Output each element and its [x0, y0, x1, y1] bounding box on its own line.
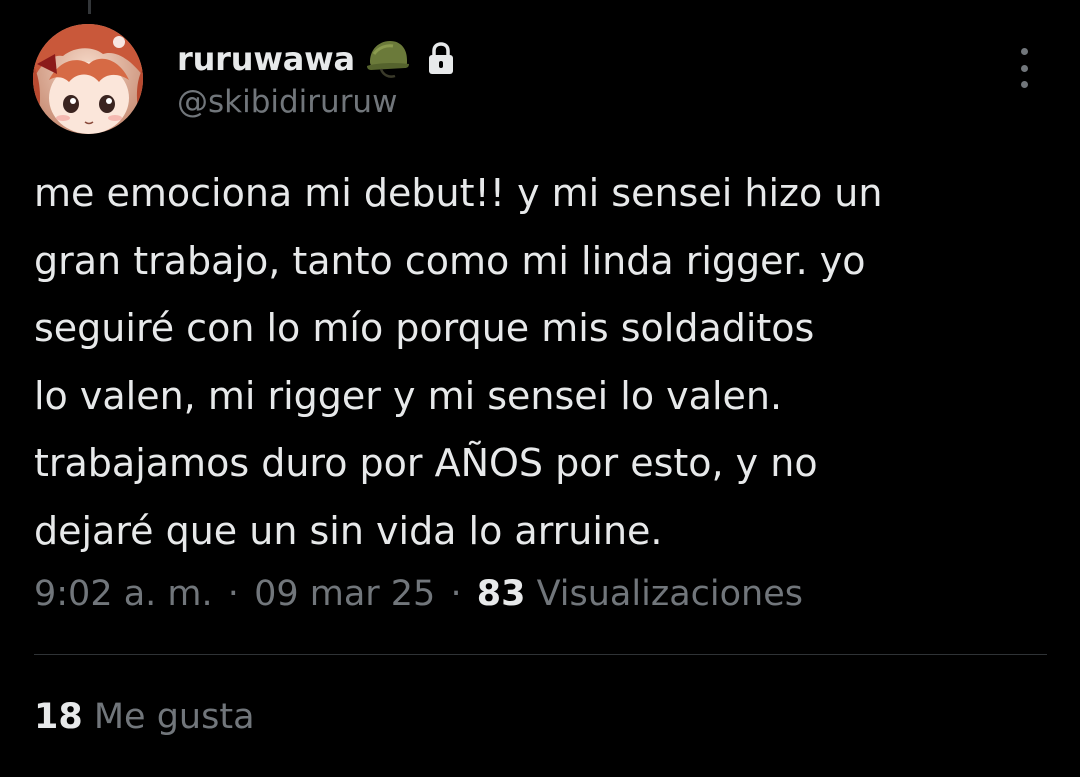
likes-stat[interactable]: 18 Me gusta — [34, 697, 255, 737]
lock-icon — [427, 42, 455, 76]
tweet-metadata: 9:02 a. m. · 09 mar 25 · 83 Visualizacio… — [34, 574, 803, 614]
likes-label[interactable]: Me gusta — [94, 697, 255, 737]
author-name-row[interactable]: ruruwawa — [177, 34, 455, 84]
more-options-dot — [1020, 81, 1028, 88]
display-name[interactable]: ruruwawa — [177, 40, 355, 78]
tweet-time[interactable]: 9:02 a. m. — [34, 574, 213, 614]
meta-separator: · — [450, 574, 462, 614]
views-count[interactable]: 83 — [477, 574, 526, 614]
tweet-date[interactable]: 09 mar 25 — [254, 574, 435, 614]
tweet-text: me emociona mi debut!! y mi sensei hizo … — [34, 171, 883, 553]
avatar-image — [33, 24, 143, 134]
more-options-button[interactable] — [1010, 48, 1038, 88]
likes-count[interactable]: 18 — [34, 697, 83, 737]
thread-connector-line — [88, 0, 91, 14]
views-label[interactable]: Visualizaciones — [537, 574, 803, 614]
military-helmet-icon — [365, 36, 411, 82]
author-handle[interactable]: @skibidiruruw — [177, 84, 397, 120]
more-options-dot — [1020, 64, 1028, 72]
divider — [34, 654, 1047, 655]
meta-separator: · — [227, 574, 239, 614]
more-options-dot — [1020, 48, 1028, 55]
avatar[interactable] — [33, 24, 143, 134]
